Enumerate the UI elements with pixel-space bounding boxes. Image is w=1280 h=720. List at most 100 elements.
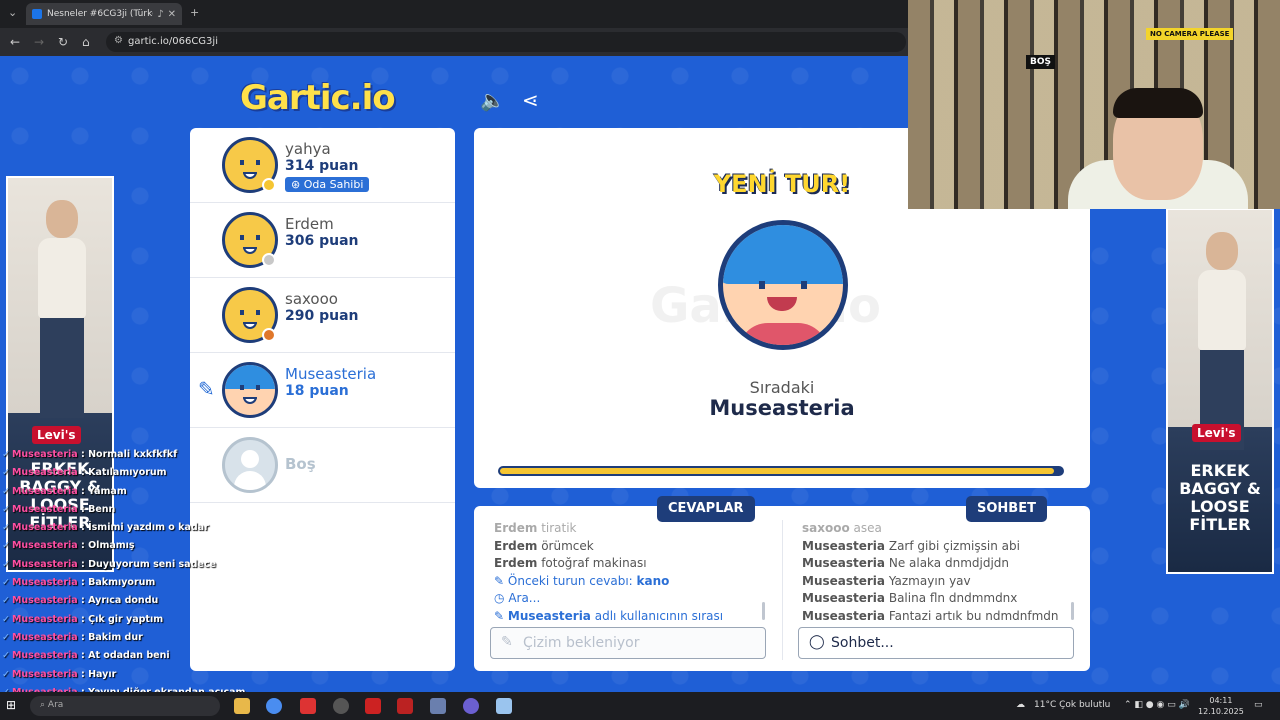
status-dot [262,328,276,342]
reload-icon[interactable]: ↻ [58,35,68,49]
ad-brand-logo: Levi's [1192,424,1241,442]
mute-tab-icon[interactable]: ♪ [157,9,163,20]
empty-slot[interactable]: Boş [190,428,455,503]
player-name: Erdem [285,215,334,233]
list-item: Museasteria Ne alaka dnmdjdjdn [802,556,1010,570]
clock[interactable]: 04:11 12.10.2025 [1198,695,1244,717]
weather-icon[interactable]: ☁ [1016,700,1025,710]
chat-separator: : [77,668,89,680]
forward-icon[interactable]: → [34,35,44,49]
chat-message: Duyuyorum seni sadece [88,558,216,570]
chat-input[interactable]: ◯ Sohbet... [798,627,1074,659]
divider [782,520,783,660]
chrome-icon[interactable] [266,698,282,714]
chat-separator: : [77,613,89,625]
pencil-icon: ✎ [494,608,505,623]
player-row[interactable]: Erdem 306 puan [190,203,455,278]
chat-separator: : [77,449,89,460]
answers-scrollbar[interactable] [762,602,765,620]
answer-input[interactable]: ✎ Çizim bekleniyor [490,627,766,659]
chat-message: Yamam [88,485,127,497]
chat-badge-icon: ✓ [2,485,10,497]
player-row[interactable]: ✎ Museasteria 18 puan [190,353,455,428]
windows-taskbar: ⊞ ⌕ Ara ☁ 11°C Çok bulutlu ⌃ ◧ ● ◉ ▭ 🔊 0… [0,692,1280,720]
chat-badge-icon: ✓ [2,613,10,625]
chat-badge-icon: ✓ [2,449,10,460]
list-item: Museasteria Zarf gibi çizmişsin abi [802,538,1020,553]
chat-message: At odadan beni [88,650,170,662]
camera-sign: NO CAMERA PLEASE [1146,28,1234,40]
app-icon[interactable] [496,698,512,714]
chat-badge-icon: ✓ [2,595,10,607]
list-item: Erdem örümcek [494,538,594,553]
sound-icon[interactable]: 🔈 [480,88,505,112]
tray-icons[interactable]: ⌃ ◧ ● ◉ ▭ 🔊 [1124,700,1190,710]
poster-sign: BOŞ [1026,55,1055,69]
stream-chat-line: ✓ Museasteria : Hayır [2,666,222,684]
next-player-avatar [718,220,848,350]
right-ad-banner[interactable]: Levi's ERKEK BAGGY & LOOSE FİTLER [1166,208,1274,574]
chat-message: Katılamıyorum [88,467,167,479]
tab-answers[interactable]: CEVAPLAR [657,496,755,522]
back-icon[interactable]: ← [10,35,20,49]
new-tab-icon[interactable]: + [190,6,199,19]
chat-separator: : [77,577,89,589]
player-name: yahya [285,140,331,158]
player-row[interactable]: yahya 314 puan ⊛ Oda Sahibi [190,128,455,203]
list-item: Museasteria Fantazi artık bu ndmdnfmdn [802,608,1059,623]
player-score: 18 puan [285,383,349,399]
stream-chat-line: ✓ Museasteria : Bakim dur [2,629,222,647]
chat-badge-icon: ✓ [2,577,10,589]
taskbar-search[interactable]: ⌕ Ara [30,696,220,716]
empty-slot-label: Boş [285,455,316,473]
app-icon[interactable] [333,698,349,714]
chat-badge-icon: ✓ [2,650,10,662]
app-icon[interactable] [430,698,446,714]
notifications-icon[interactable]: ▭ [1254,700,1263,710]
tab-chat[interactable]: SOHBET [966,496,1047,522]
player-name: Museasteria [285,365,377,383]
avatar [222,362,278,418]
chat-username: Museasteria [11,577,78,589]
chat-badge-icon: ✓ [2,503,10,515]
pencil-icon: ✎ [501,634,513,650]
site-info-icon[interactable]: ⚙ [114,35,123,46]
stream-chat-line: ✓ Museasteria : Benn [2,501,222,519]
player-row[interactable]: saxooo 290 puan [190,278,455,353]
next-player-name: Museasteria [709,396,855,420]
file-explorer-icon[interactable] [234,698,250,714]
chat-scrollbar[interactable] [1071,602,1074,620]
start-icon[interactable]: ⊞ [6,698,22,714]
list-item: Erdem fotoğraf makinası [494,556,647,570]
gartic-logo[interactable]: Gartic.io [240,78,396,118]
chat-badge-icon: ✓ [2,631,10,643]
chat-message: Bakim dur [88,631,143,643]
share-icon[interactable]: ⋖ [522,88,539,112]
chat-username: Museasteria [11,503,78,515]
app-icon[interactable] [365,698,381,714]
stream-chat-overlay: ✓ Museasteria : Normali kxkfkfkf ✓ Museaste… [2,446,245,720]
app-icon[interactable] [397,698,413,714]
close-tab-icon[interactable]: ✕ [168,9,176,20]
weather-text[interactable]: 11°C Çok bulutlu [1034,700,1110,710]
list-item: Erdem tiratik [494,521,577,535]
stream-chat-line: ✓ Museasteria : Bakmıyorum [2,574,222,592]
answers-chat-panel: CEVAPLAR SOHBET Erdem tiratik Erdem örüm… [474,496,1090,671]
clock-date: 12.10.2025 [1198,707,1244,716]
chat-message: İsmimi yazdım o kadar [88,522,209,534]
chat-separator: : [77,595,89,607]
browser-tab[interactable]: Nesneler #6CG3ji (Türkçe) ♪ ✕ [26,3,182,25]
stream-chat-line: ✓ Museasteria : Katılamıyorum [2,464,222,482]
chat-separator: : [77,522,89,534]
discord-icon[interactable] [463,698,479,714]
home-icon[interactable]: ⌂ [82,35,90,49]
app-icon[interactable] [300,698,316,714]
chat-separator: : [77,650,89,662]
clock-icon: ◷ [494,591,505,605]
url-field[interactable]: ⚙ gartic.io/066CG3ji [106,32,906,52]
ad-brand-logo: Levi's [32,426,81,444]
stream-chat-line: ✓ Museasteria : İsmimi yazdım o kadar [2,519,222,537]
url-text: gartic.io/066CG3ji [128,36,218,47]
tab-list-icon[interactable]: ⌄ [8,6,17,19]
empty-avatar-icon [222,437,278,493]
